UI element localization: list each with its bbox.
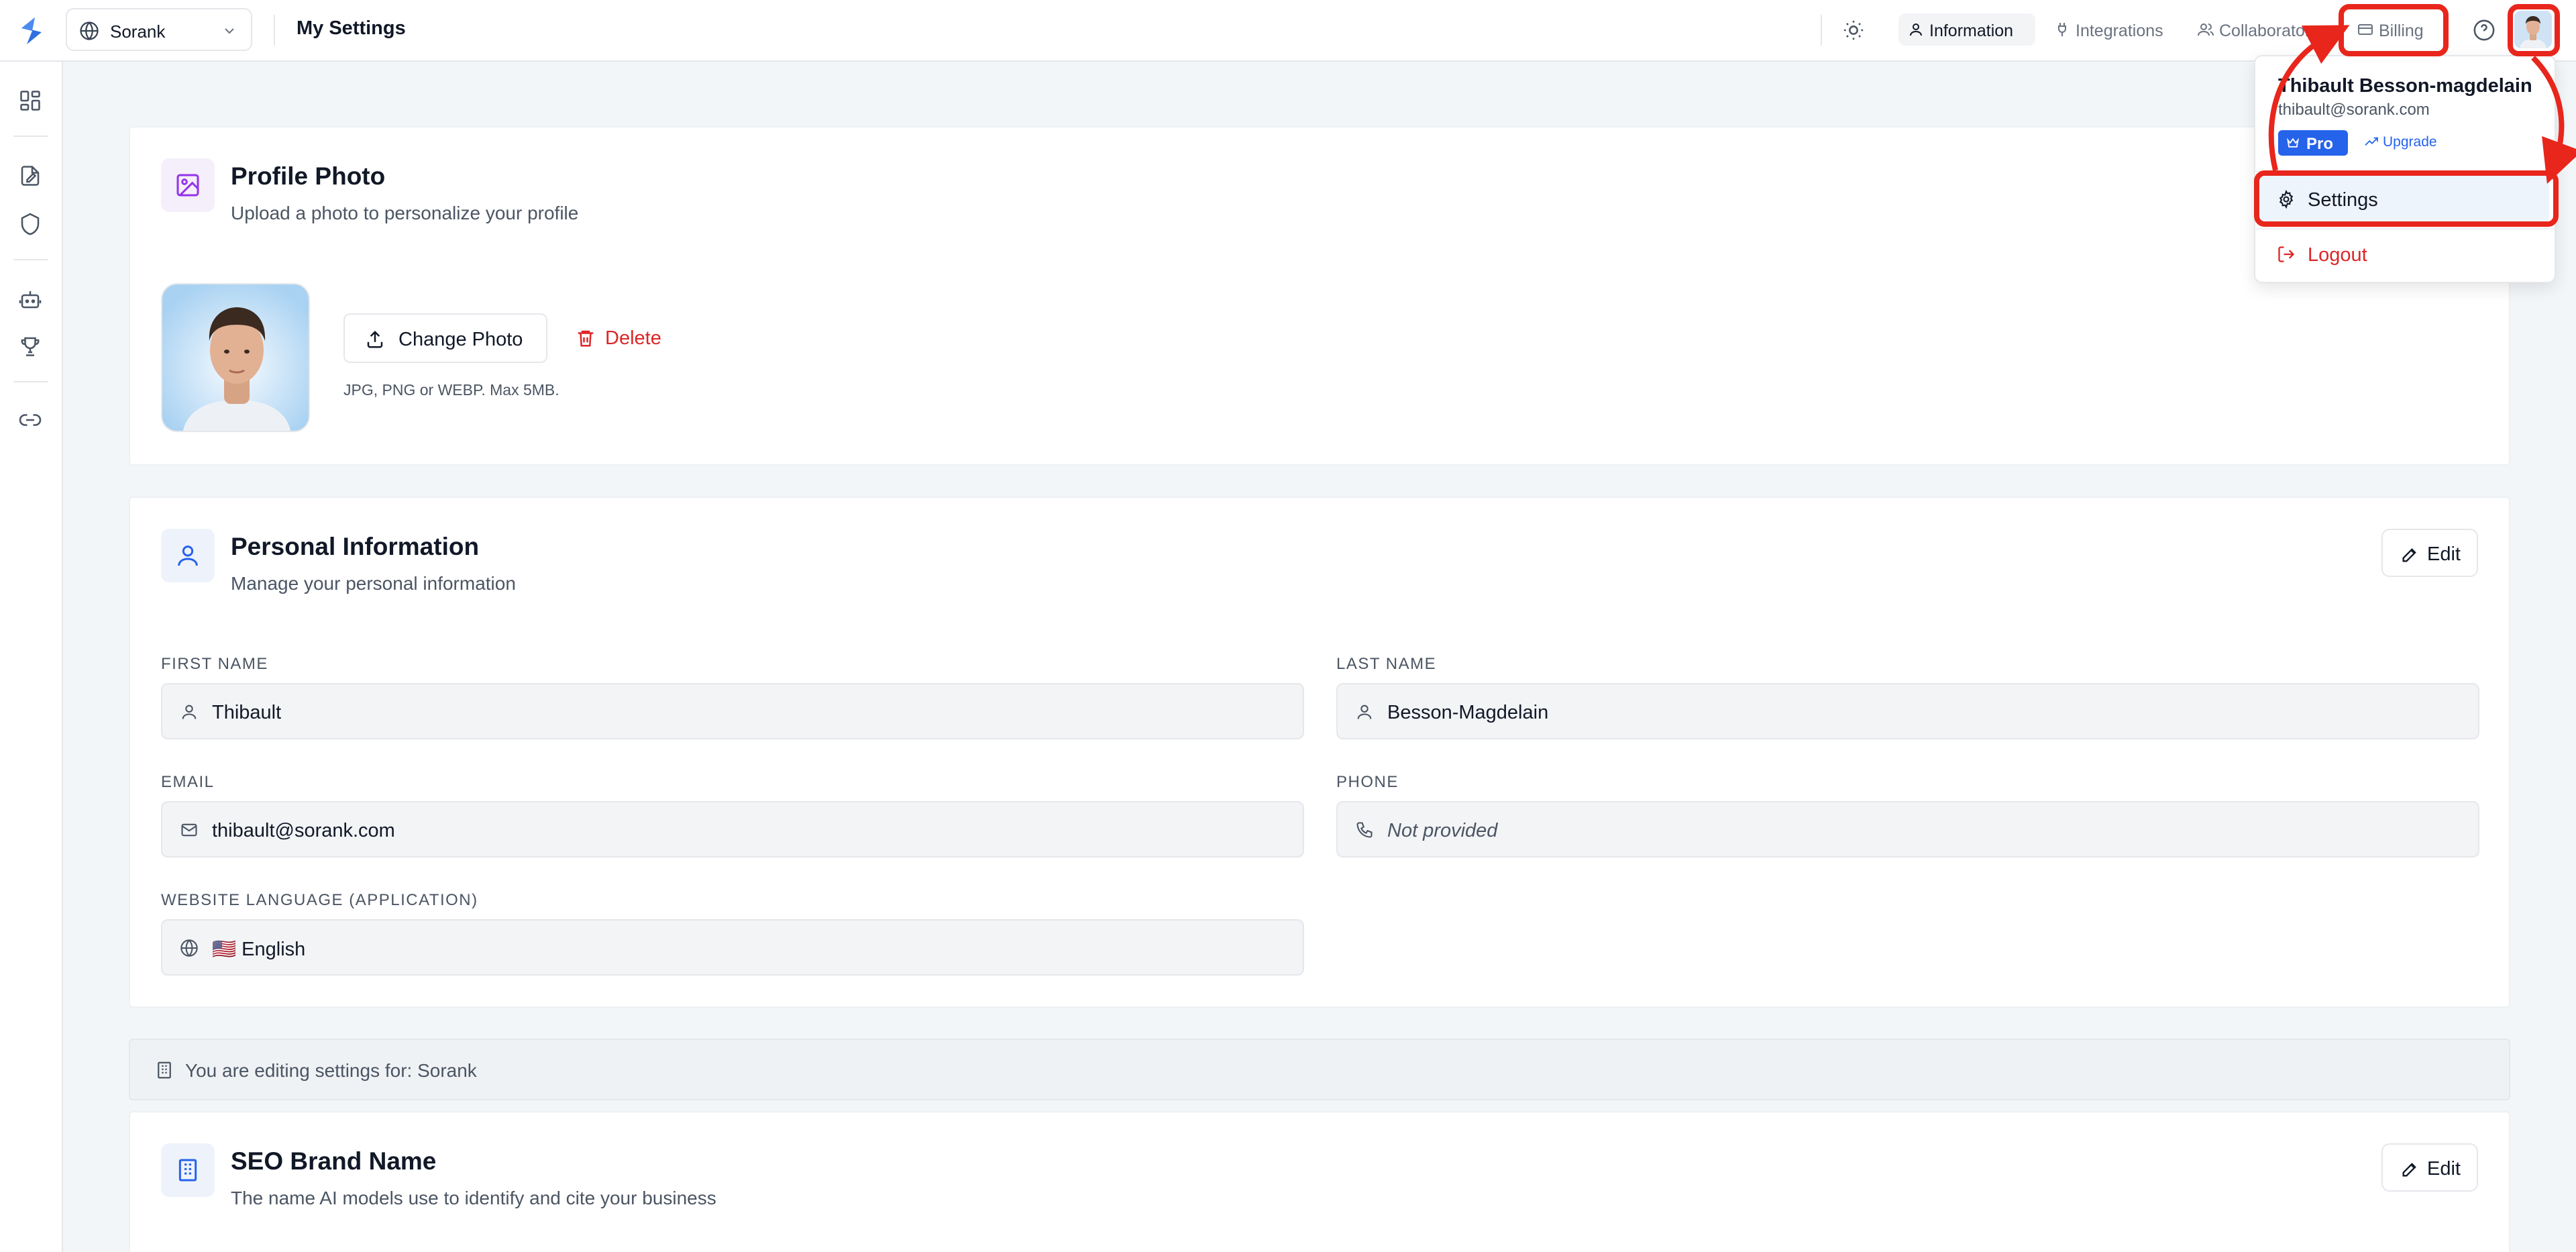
seo-brand-card: SEO Brand Name The name AI models use to… [129,1111,2510,1252]
delete-photo-label: Delete [605,327,661,349]
language-field[interactable]: 🇺🇸 English [161,919,1304,976]
building-icon-tile [161,1143,215,1197]
personal-info-edit-button[interactable]: Edit [2381,529,2478,577]
email-label: Email [161,773,215,791]
workspace-context-banner: You are editing settings for: Sorank [129,1039,2510,1100]
phone-label: Phone [1336,773,1399,791]
profile-photo-card: Profile Photo Upload a photo to personal… [129,126,2510,466]
trash-icon [578,330,594,347]
crown-icon [2287,138,2299,148]
language-value: 🇺🇸 English [212,939,306,960]
building-icon [178,1159,197,1182]
building-icon [158,1061,171,1079]
menu-divider [2255,228,2555,229]
email-field[interactable]: thibault@sorank.com [161,801,1304,857]
change-photo-label: Change Photo [398,329,523,350]
dashboard-icon[interactable] [18,89,42,113]
language-label: Website Language (Application) [161,891,478,909]
phone-icon [1356,822,1373,838]
last-name-value: Besson-Magdelain [1387,702,1549,723]
personal-info-title: Personal Information [231,533,480,560]
tab-information[interactable]: Information [1898,13,2035,46]
last-name-label: Last Name [1336,655,1437,673]
edit-label: Edit [2427,543,2461,565]
user-icon-tile [161,529,215,582]
pencil-icon [2402,1163,2416,1177]
change-photo-button[interactable]: Change Photo [343,313,547,363]
tab-integrations-label: Integrations [2076,21,2163,40]
chevron-down-icon [225,28,234,34]
sorank-logo[interactable] [15,15,48,47]
menu-item-logout[interactable]: Logout [2261,231,2549,278]
user-icon [178,545,198,566]
annotation-settings-highlight [2254,170,2559,227]
annotation-billing-highlight [2339,4,2449,56]
plan-label: Pro [2306,135,2334,153]
user-icon [1357,705,1372,719]
annotation-avatar-highlight [2508,4,2560,56]
globe-icon [180,939,198,957]
plug-icon [2058,23,2066,36]
help-icon[interactable] [2473,19,2496,42]
trophy-icon[interactable] [18,334,42,358]
profile-photo-title: Profile Photo [231,162,386,190]
first-name-field[interactable]: Thibault [161,683,1304,739]
sidebar-divider [13,381,48,382]
page-title: My Settings [297,17,406,39]
document-edit-icon[interactable] [18,164,42,188]
tab-collaborators-label: Collaborators [2219,21,2319,40]
top-bar: Sorank My Settings Information Integrati… [0,0,2576,62]
mail-icon [181,823,197,837]
image-icon-tile [161,158,215,212]
seo-brand-subtitle: The name AI models use to identify and c… [231,1188,716,1208]
edit-label: Edit [2427,1158,2461,1180]
user-icon [1910,23,1922,36]
trending-up-icon [2365,137,2378,146]
banner-text: You are editing settings for: Sorank [185,1060,477,1081]
user-email: thibault@sorank.com [2278,101,2430,119]
phone-field[interactable]: Not provided [1336,801,2479,857]
divider [274,15,275,46]
personal-info-card: Personal Information Manage your persona… [129,497,2510,1008]
plan-badge: Pro [2278,130,2348,156]
email-value: thibault@sorank.com [212,820,395,841]
profile-photo-subtitle: Upload a photo to personalize your profi… [231,203,579,223]
profile-photo-portrait [162,284,309,431]
first-name-value: Thibault [212,702,282,723]
globe-icon [80,21,99,40]
tab-information-label: Information [1929,21,2014,40]
logout-icon [2278,246,2295,262]
users-icon [2198,23,2214,36]
menu-item-logout-label: Logout [2308,244,2367,266]
seo-brand-title: SEO Brand Name [231,1147,437,1175]
last-name-field[interactable]: Besson-Magdelain [1336,683,2479,739]
image-icon [176,174,199,197]
sidebar-divider [13,259,48,260]
divider [1821,15,1822,46]
photo-format-hint: JPG, PNG or WEBP. Max 5MB. [343,381,559,399]
shield-icon[interactable] [18,212,42,236]
sidebar [0,62,63,1252]
profile-photo [161,283,310,432]
upload-icon [367,330,383,348]
user-name: Thibault Besson-magdelain [2278,75,2532,97]
personal-info-subtitle: Manage your personal information [231,573,516,594]
tab-integrations[interactable]: Integrations [2045,13,2179,46]
first-name-label: First Name [161,655,268,673]
workspace-selector[interactable]: Sorank [66,8,252,51]
workspace-name: Sorank [110,21,166,42]
sidebar-divider [13,136,48,137]
link-icon[interactable] [18,408,42,432]
bot-icon[interactable] [18,287,42,311]
upgrade-label: Upgrade [2383,134,2437,150]
pencil-icon [2402,548,2416,562]
theme-toggle-sun-icon[interactable] [1842,19,1865,42]
tab-collaborators[interactable]: Collaborators [2188,13,2333,46]
seo-brand-edit-button[interactable]: Edit [2381,1143,2478,1192]
phone-value: Not provided [1387,820,1498,841]
delete-photo-button[interactable]: Delete [568,313,682,363]
user-menu-dropdown: Thibault Besson-magdelain thibault@soran… [2254,55,2556,283]
user-icon [182,705,197,719]
